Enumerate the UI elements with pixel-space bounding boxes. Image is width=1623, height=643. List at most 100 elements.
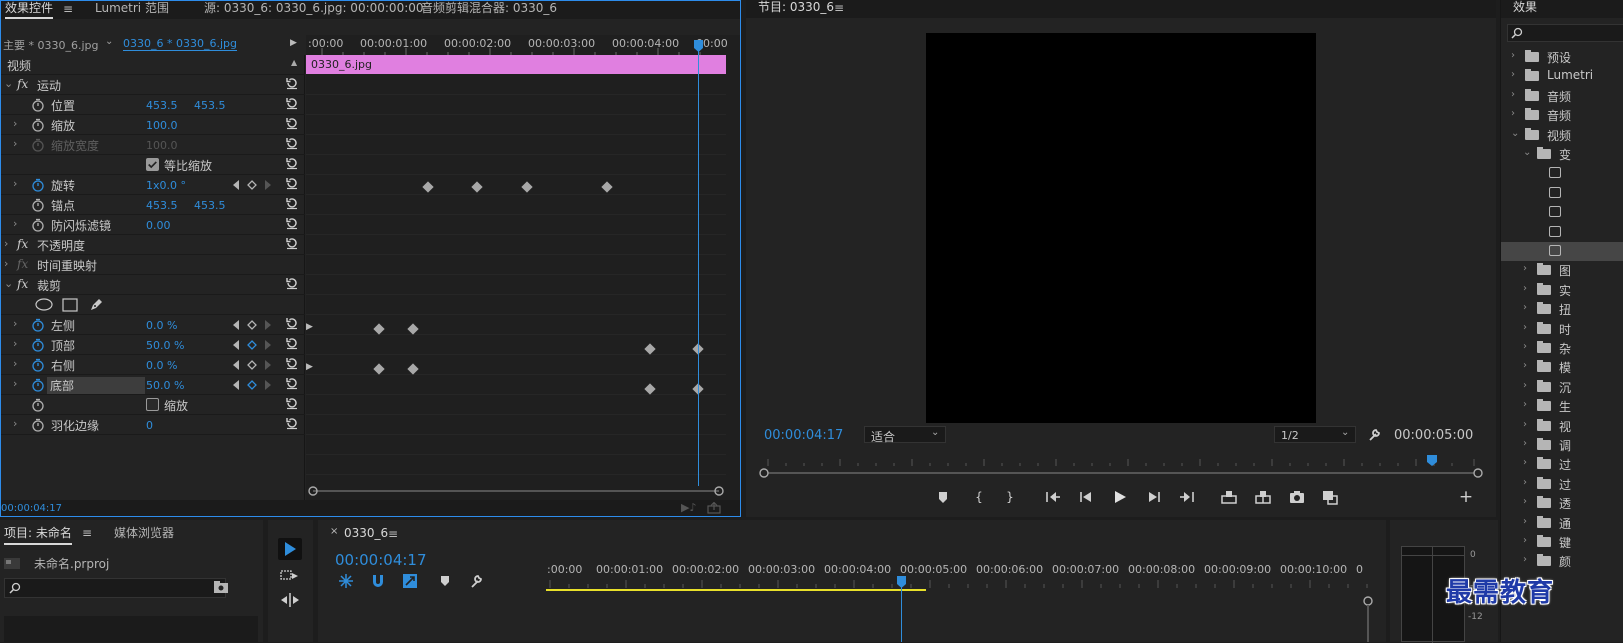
crop-bottom-value[interactable]: 50.0 %	[146, 379, 184, 392]
effects-tree-folder[interactable]: › 预设	[1501, 48, 1623, 67]
chevron-right-icon[interactable]: ›	[1523, 535, 1527, 546]
play-triangle-icon[interactable]: ▶	[290, 38, 297, 48]
chevron-right-icon[interactable]: ›	[1511, 108, 1515, 119]
feather-value[interactable]: 0	[146, 419, 153, 432]
chevron-right-icon[interactable]: ›	[1523, 360, 1527, 371]
effects-tree-folder[interactable]: › 过	[1501, 475, 1623, 494]
effects-tree-folder[interactable]: › 颜	[1501, 552, 1623, 571]
program-monitor-title[interactable]: 节目: 0330_6	[758, 0, 834, 18]
chevron-down-icon[interactable]: ⌄	[4, 77, 13, 90]
go-to-in-icon[interactable]	[1044, 488, 1062, 506]
reset-icon[interactable]	[285, 236, 299, 250]
linked-selection-icon[interactable]	[402, 573, 418, 589]
timeline-playhead-line[interactable]	[901, 586, 902, 642]
effects-tree-folder[interactable]: › 通	[1501, 514, 1623, 533]
fit-dropdown[interactable]: 适合 ⌄	[864, 426, 946, 444]
anchor-x-value[interactable]: 453.5	[146, 199, 178, 212]
effects-tree-effect[interactable]	[1501, 242, 1623, 261]
add-button-icon[interactable]: +	[1457, 488, 1475, 506]
nest-icon[interactable]	[338, 573, 354, 589]
resolution-dropdown[interactable]: 1/2 ⌄	[1274, 426, 1356, 443]
reset-icon[interactable]	[285, 116, 299, 130]
timeline-scrollbar[interactable]	[1362, 594, 1374, 642]
pen-mask-icon[interactable]	[89, 297, 104, 312]
chevron-right-icon[interactable]: ›	[13, 357, 17, 370]
effects-panel-title[interactable]: 效果	[1513, 0, 1537, 18]
chevron-right-icon[interactable]: ›	[13, 377, 17, 390]
master-clip-label[interactable]: 主要 * 0330_6.jpg	[3, 37, 99, 53]
keyframe-navigator[interactable]	[233, 320, 271, 330]
program-scrubber[interactable]	[758, 452, 1484, 482]
mark-out-icon[interactable]: }	[1001, 488, 1019, 506]
horizontal-scrollbar[interactable]	[306, 485, 726, 497]
wrench-icon[interactable]	[469, 573, 485, 589]
uniform-scale-checkbox[interactable]	[146, 158, 159, 171]
panel-menu-icon[interactable]: ≡	[388, 527, 398, 541]
comparison-view-icon[interactable]	[1321, 488, 1339, 506]
reset-icon[interactable]	[285, 136, 299, 150]
reset-icon[interactable]	[285, 216, 299, 230]
panel-menu-icon[interactable]: ≡	[63, 2, 73, 16]
program-current-timecode[interactable]: 00:00:04:17	[764, 428, 843, 443]
opacity-row[interactable]: › fx 不透明度	[1, 235, 305, 255]
step-forward-icon[interactable]	[1145, 488, 1163, 506]
lift-icon[interactable]	[1220, 488, 1238, 506]
effects-tree-folder[interactable]: › 时	[1501, 320, 1623, 339]
effects-tree-folder[interactable]: › 实	[1501, 281, 1623, 300]
project-file-name[interactable]: 未命名.prproj	[34, 555, 109, 572]
keyframe-navigator[interactable]	[233, 360, 271, 370]
effects-tree-folder[interactable]: › Lumetri	[1501, 67, 1623, 86]
reset-icon[interactable]	[285, 276, 299, 290]
chevron-right-icon[interactable]: ›	[1523, 380, 1527, 391]
ripple-edit-tool-icon[interactable]	[280, 592, 300, 608]
sequence-clip-label[interactable]: 0330_6 * 0330_6.jpg	[123, 37, 237, 51]
project-search-input[interactable]	[4, 578, 226, 598]
chevron-right-icon[interactable]: ›	[1511, 50, 1515, 61]
reset-icon[interactable]	[285, 336, 299, 350]
effects-tree-effect[interactable]	[1501, 184, 1623, 203]
snap-magnet-icon[interactable]	[370, 573, 386, 589]
timeline-current-timecode[interactable]: 00:00:04:17	[335, 551, 427, 569]
chevron-right-icon[interactable]: ›	[13, 337, 17, 350]
effects-tree-folder[interactable]: ⌄ 视频	[1501, 126, 1623, 145]
add-marker-icon[interactable]	[438, 574, 452, 588]
position-y-value[interactable]: 453.5	[194, 99, 226, 112]
chevron-right-icon[interactable]: ›	[1511, 89, 1515, 100]
chevron-right-icon[interactable]: ›	[1523, 399, 1527, 410]
reset-icon[interactable]	[285, 396, 299, 410]
tab-sequence[interactable]: 0330_6	[344, 526, 388, 544]
current-timecode[interactable]: 00:00:04:17	[1, 503, 62, 514]
effects-tree-effect[interactable]	[1501, 223, 1623, 242]
audio-only-icon[interactable]: ▶♪	[681, 501, 696, 514]
reset-icon[interactable]	[285, 156, 299, 170]
wrench-icon[interactable]	[1367, 427, 1382, 442]
keyframe-ruler[interactable]: :00:00 00:00:01:00 00:00:02:00 00:00:03:…	[306, 35, 740, 55]
tab-lumetri-scopes[interactable]: Lumetri 范围	[95, 1, 169, 19]
mark-in-icon[interactable]: {	[970, 488, 988, 506]
stopwatch-icon[interactable]	[31, 198, 45, 212]
chevron-down-icon[interactable]: ⌄	[1511, 128, 1519, 139]
chevron-down-icon[interactable]: ⌄	[1523, 147, 1531, 158]
reset-icon[interactable]	[285, 316, 299, 330]
effects-tree-effect[interactable]	[1501, 164, 1623, 183]
chevron-right-icon[interactable]: ›	[1523, 477, 1527, 488]
new-bin-icon[interactable]	[214, 581, 228, 594]
fx-icon[interactable]: fx	[17, 77, 28, 91]
export-icon[interactable]	[707, 502, 721, 514]
stopwatch-active-icon[interactable]	[31, 318, 45, 332]
tab-audio-clip-mixer[interactable]: 音频剪辑混合器: 0330_6	[421, 1, 557, 19]
keyframe-navigator[interactable]	[233, 340, 271, 350]
stopwatch-active-icon[interactable]	[31, 338, 45, 352]
chevron-right-icon[interactable]: ›	[1523, 419, 1527, 430]
effects-tree-folder[interactable]: › 扭	[1501, 300, 1623, 319]
keyframe-navigator[interactable]	[233, 380, 271, 390]
effects-tree-folder[interactable]: › 音频	[1501, 106, 1623, 125]
close-icon[interactable]: ×	[330, 526, 338, 537]
keyframe-navigator[interactable]	[233, 180, 271, 190]
anti-flicker-value[interactable]: 0.00	[146, 219, 171, 232]
chevron-right-icon[interactable]: ›	[1523, 554, 1527, 565]
panel-menu-icon[interactable]: ≡	[82, 526, 92, 540]
reset-icon[interactable]	[285, 176, 299, 190]
step-back-icon[interactable]	[1077, 488, 1095, 506]
effects-tree-folder[interactable]: › 模	[1501, 358, 1623, 377]
